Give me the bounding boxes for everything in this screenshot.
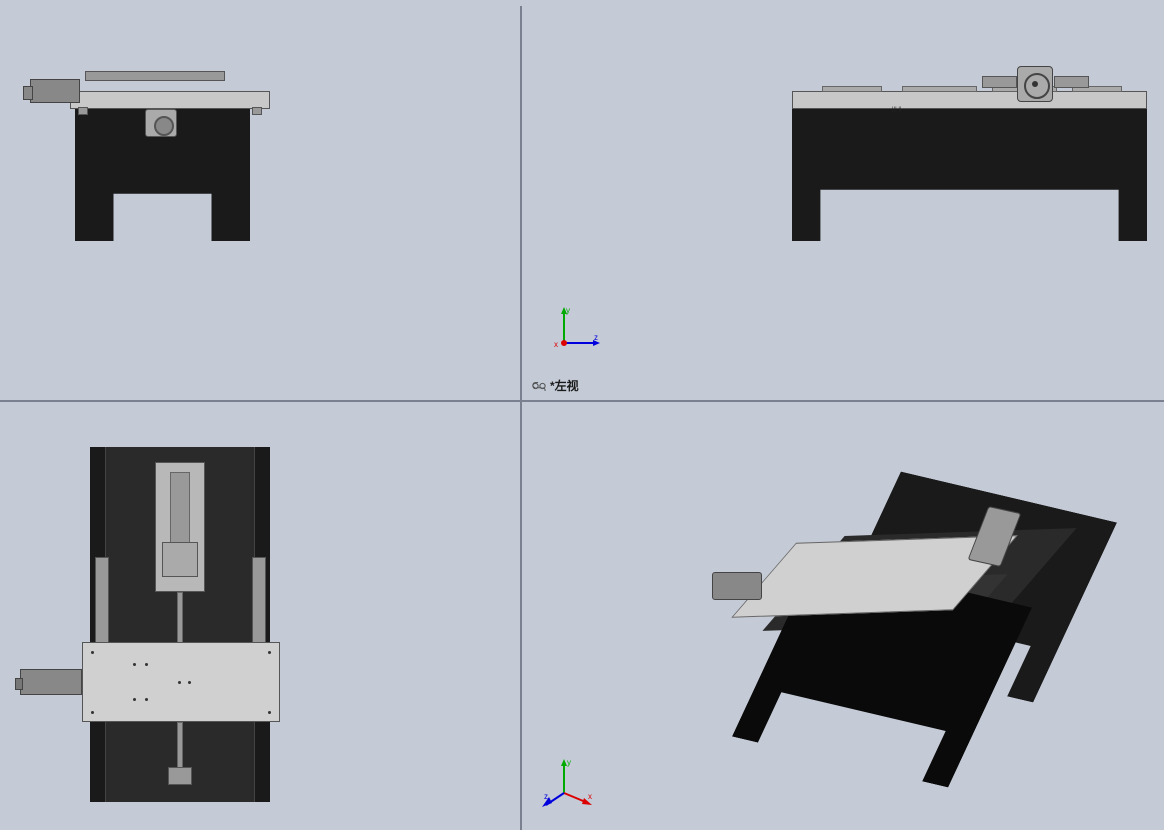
bolt-hole bbox=[133, 663, 136, 666]
linear-rail bbox=[85, 71, 225, 81]
model-iso-view bbox=[707, 467, 1107, 817]
axis-triad: y z x bbox=[552, 305, 602, 355]
axis-y-label: y bbox=[567, 758, 571, 767]
bolt-hole bbox=[145, 663, 148, 666]
viewport-top[interactable] bbox=[0, 401, 521, 830]
bolt-hole bbox=[268, 711, 271, 714]
x-axis-motor bbox=[712, 572, 762, 600]
xy-table bbox=[792, 91, 1147, 109]
machine-base bbox=[792, 106, 1147, 241]
rail-block-right bbox=[252, 107, 262, 115]
table-plate bbox=[82, 642, 280, 722]
motor-hub bbox=[1017, 66, 1053, 102]
ball-screw bbox=[177, 722, 183, 772]
servo-motor bbox=[30, 79, 80, 103]
viewport-front[interactable] bbox=[0, 6, 521, 401]
viewport-left[interactable]: ||| || y z x *左视 bbox=[521, 6, 1164, 401]
view-name: *左视 bbox=[550, 377, 579, 394]
model-left-view: ||| || bbox=[792, 61, 1152, 241]
bearing-block bbox=[168, 767, 192, 785]
hub-extension bbox=[1054, 76, 1089, 88]
ball-screw bbox=[177, 592, 183, 647]
model-front-view bbox=[30, 61, 275, 241]
axis-z-label: z bbox=[544, 792, 548, 801]
bolt-hole bbox=[133, 698, 136, 701]
bolt-hole bbox=[91, 651, 94, 654]
viewport-isometric[interactable]: y x z bbox=[521, 401, 1164, 830]
axis-z-label: z bbox=[594, 333, 598, 342]
bolt-hole bbox=[188, 681, 191, 684]
link-icon bbox=[532, 381, 546, 391]
rail-segment bbox=[902, 86, 977, 92]
axis-y-label: y bbox=[566, 306, 570, 315]
servo-motor bbox=[20, 669, 82, 695]
axis-triad: y x z bbox=[542, 755, 592, 805]
hub-extension bbox=[982, 76, 1017, 88]
surface-marks: ||| || bbox=[892, 107, 922, 115]
rail-segment bbox=[822, 86, 882, 92]
model-top-view bbox=[20, 447, 280, 807]
xy-table bbox=[70, 91, 270, 109]
bolt-hole bbox=[268, 651, 271, 654]
viewport-grid: ||| || y z x *左视 bbox=[0, 6, 1164, 830]
axis-x-label: x bbox=[588, 792, 592, 801]
carriage bbox=[162, 542, 198, 577]
axis-x-label: x bbox=[554, 340, 558, 349]
rail-block-left bbox=[78, 107, 88, 115]
bolt-hole bbox=[178, 681, 181, 684]
bolt-hole bbox=[91, 711, 94, 714]
bolt-hole bbox=[145, 698, 148, 701]
view-label: *左视 bbox=[532, 377, 579, 394]
bearing-hub bbox=[145, 109, 177, 137]
